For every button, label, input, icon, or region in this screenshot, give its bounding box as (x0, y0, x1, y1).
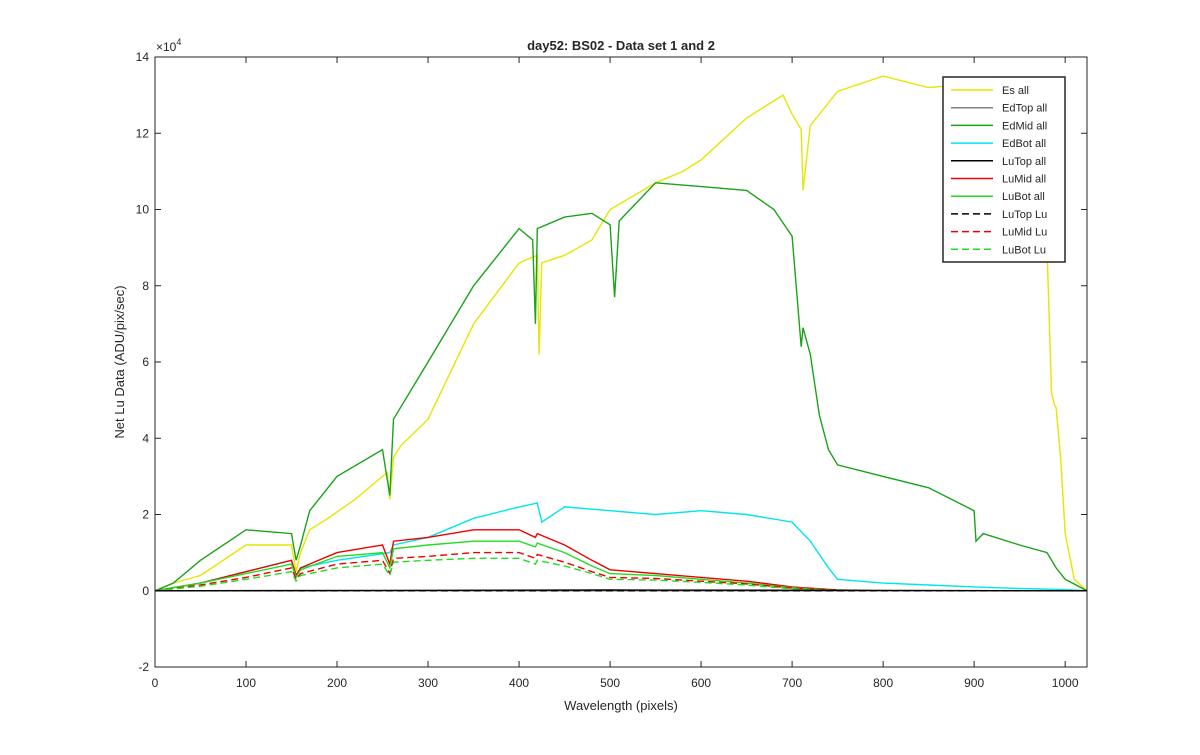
legend-entry-label: LuTop all (1002, 156, 1046, 168)
y-tick-label: 8 (142, 279, 149, 293)
x-tick-label: 400 (509, 676, 529, 690)
chart-svg: day52: BS02 - Data set 1 and 2 Wavelengt… (112, 37, 1088, 713)
x-tick-label: 700 (782, 676, 802, 690)
y-tick-label: 12 (136, 126, 150, 140)
y-axis-exponent-power: 4 (176, 37, 181, 47)
legend-entry-label: EdBot all (1002, 138, 1046, 150)
legend-entry-label: LuMid Lu (1002, 227, 1047, 239)
legend-entry-label: LuBot all (1002, 191, 1045, 203)
x-tick-label: 800 (873, 676, 893, 690)
y-axis-label: Net Lu Data (ADU/pix/sec) (112, 285, 127, 438)
legend-entry-label: LuMid all (1002, 174, 1046, 186)
y-tick-label: 0 (142, 584, 149, 598)
x-tick-label: 100 (236, 676, 256, 690)
y-tick-label: 2 (142, 508, 149, 522)
chart-title: day52: BS02 - Data set 1 and 2 (527, 38, 715, 53)
legend-entry-label: LuTop Lu (1002, 209, 1047, 221)
y-tick-label: 6 (142, 355, 149, 369)
y-axis-exponent: ×104 (156, 37, 181, 54)
x-tick-label: 500 (600, 676, 620, 690)
y-axis-exponent-base: ×10 (156, 40, 177, 54)
legend-entry-label: Es all (1002, 85, 1029, 97)
legend-entry-label: EdMid all (1002, 120, 1047, 132)
x-axis-label: Wavelength (pixels) (564, 698, 678, 713)
legend-entry-label: EdTop all (1002, 103, 1047, 115)
x-tick-label: 600 (691, 676, 711, 690)
x-tick-label: 0 (152, 676, 159, 690)
y-tick-label: 14 (136, 50, 150, 64)
figure: day52: BS02 - Data set 1 and 2 Wavelengt… (0, 0, 1200, 750)
x-tick-label: 300 (418, 676, 438, 690)
y-tick-label: 4 (142, 431, 149, 445)
x-tick-label: 1000 (1052, 676, 1079, 690)
x-tick-label: 200 (327, 676, 347, 690)
legend-entry-label: LuBot Lu (1002, 244, 1046, 256)
x-tick-label: 900 (964, 676, 984, 690)
legend: Es all EdTop all EdMid all EdBot all LuTop a… (942, 76, 1066, 263)
y-tick-label: 10 (136, 203, 150, 217)
y-tick-label: -2 (138, 660, 149, 674)
